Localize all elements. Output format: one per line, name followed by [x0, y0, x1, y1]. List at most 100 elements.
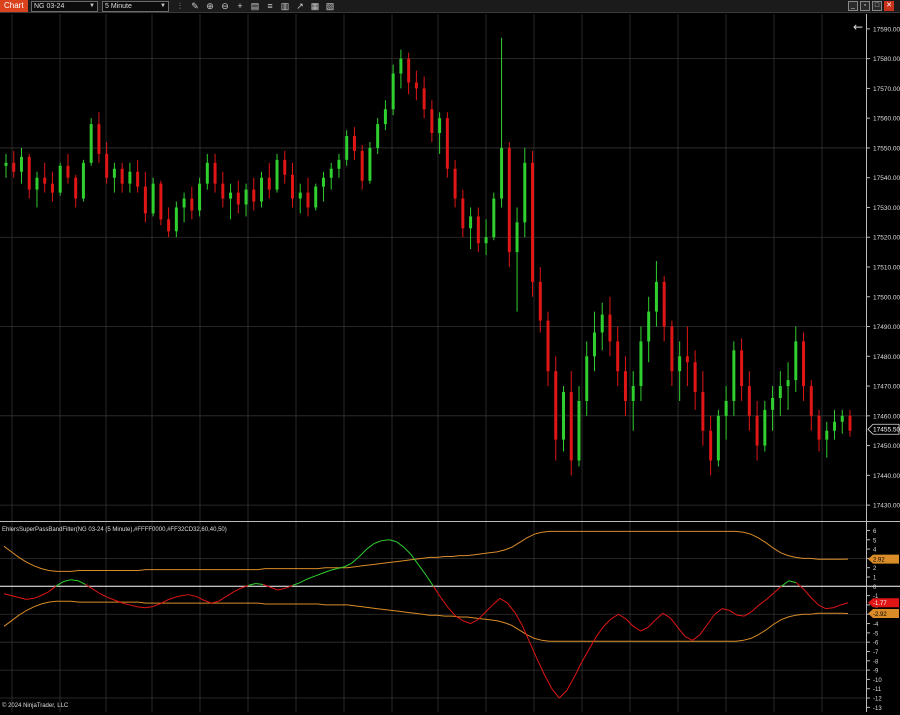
candle-body: [306, 192, 310, 208]
price-tick-label: 17510.00: [873, 265, 900, 272]
filter-segment: [833, 604, 841, 609]
candle-body: [778, 386, 782, 398]
filter-segment: [692, 634, 701, 641]
filter-segment: [314, 572, 323, 577]
filter-segment: [810, 597, 819, 606]
filter-segment: [418, 564, 427, 576]
candle-body: [678, 356, 682, 372]
filter-segment: [536, 658, 545, 675]
candle-body: [314, 186, 318, 208]
filter-segment: [359, 548, 368, 557]
candle-body: [391, 73, 395, 110]
filter-segment: [277, 587, 286, 591]
candle-body: [654, 281, 658, 312]
price-tick-label: 17450.00: [873, 443, 900, 450]
candle-body: [848, 415, 852, 431]
candle-body: [438, 118, 442, 134]
candle-body: [337, 159, 341, 169]
filter-segment: [425, 574, 434, 587]
copyright-text: © 2024 NinjaTrader, LLC: [2, 703, 69, 709]
filter-segment: [625, 618, 634, 627]
lower-band-line: [3, 600, 849, 642]
filter-segment: [640, 626, 649, 632]
filter-segment: [255, 583, 264, 585]
filter-segment: [507, 602, 516, 613]
filter-segment: [588, 636, 597, 650]
filter-segment: [432, 586, 442, 598]
candle-body: [58, 165, 62, 193]
filter-segment: [137, 606, 145, 609]
price-tick-label: 17520.00: [873, 235, 900, 242]
candle-body: [213, 162, 217, 184]
filter-segment: [581, 649, 590, 663]
filter-segment: [736, 614, 745, 617]
filter-segment: [529, 641, 538, 660]
candle-body: [592, 332, 596, 357]
filter-segment: [188, 594, 197, 598]
candle-body: [825, 430, 829, 440]
filter-segment: [166, 597, 175, 601]
candle-body: [507, 147, 511, 253]
price-tick-label: 17580.00: [873, 56, 900, 63]
indicator-tick-label: 6: [873, 529, 877, 535]
price-axis: 17590.00 17580.00 17570.00 17560.00 17550.00…: [866, 26, 900, 510]
filter-segment: [470, 619, 479, 624]
filter-segment: [751, 604, 760, 612]
filter-segment: [803, 588, 812, 598]
candle-body: [290, 174, 294, 199]
filter-segment: [100, 593, 108, 598]
candle-body: [376, 124, 380, 148]
candle-body: [19, 156, 23, 172]
price-tick-label: 17550.00: [873, 145, 900, 152]
price-tick-label: 17440.00: [873, 473, 900, 480]
candle-body: [461, 198, 465, 229]
indicator-tick-label: -6: [873, 641, 879, 647]
candle-body: [128, 171, 132, 184]
filter-segment: [840, 602, 849, 606]
filter-segment: [225, 591, 234, 597]
filter-segment: [122, 602, 130, 606]
filter-segment: [218, 596, 227, 602]
filter-segment: [714, 608, 723, 615]
filter-segment: [677, 626, 686, 637]
indicator-tick-label: -10: [873, 678, 882, 684]
candle-body: [27, 156, 31, 190]
filter-segment: [292, 582, 301, 586]
filter-segment: [248, 583, 256, 586]
filter-segment: [610, 613, 619, 620]
filter-segment: [344, 562, 353, 568]
filter-segment: [595, 626, 605, 637]
candle-body: [275, 159, 279, 190]
upper-band-line: [3, 530, 849, 572]
candle-body: [112, 168, 116, 178]
arrow-left-icon[interactable]: ←: [853, 20, 863, 34]
filter-segment: [307, 575, 316, 580]
indicator-tick-label: -11: [873, 687, 882, 693]
candle-body: [709, 430, 713, 461]
candle-body: [608, 314, 612, 342]
filter-segment: [558, 690, 568, 699]
candle-body: [174, 207, 178, 232]
filter-segment: [270, 586, 279, 591]
candle-body: [97, 124, 101, 154]
candle-body: [283, 159, 287, 175]
candle-body: [639, 341, 643, 387]
candle-body: [298, 192, 302, 199]
candle-body: [515, 222, 519, 253]
chart-canvas[interactable]: 17590.00 17580.00 17570.00 17560.00 17550.00…: [0, 0, 900, 715]
filter-value-marker-label: -1.77: [873, 601, 887, 607]
filter-segment: [26, 597, 34, 600]
filter-segment: [174, 595, 182, 598]
candle-body: [546, 320, 550, 372]
candle-body: [12, 162, 16, 172]
indicator-tick-label: 5: [873, 538, 877, 544]
last-price-label: 17455.50: [873, 427, 900, 434]
filter-segment: [63, 579, 71, 583]
candle-body: [623, 371, 627, 401]
filter-segment: [233, 587, 242, 593]
price-tick-label: 17560.00: [873, 116, 900, 123]
filter-segment: [440, 597, 449, 609]
candle-body: [252, 189, 256, 202]
filter-segment: [521, 625, 531, 643]
candle-body: [151, 183, 155, 214]
